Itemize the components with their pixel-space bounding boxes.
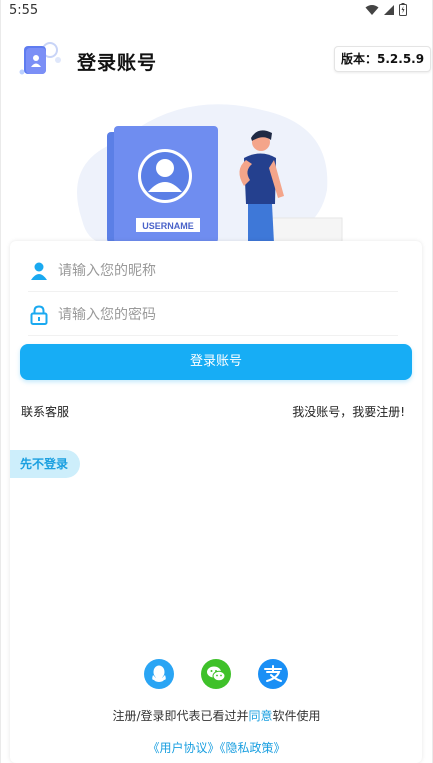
- nickname-input[interactable]: [58, 263, 358, 279]
- agreement-text: 注册/登录即代表已看过并同意软件使用: [0, 707, 433, 724]
- password-input[interactable]: [58, 307, 358, 323]
- policy-links: 《用户协议》《隐私政策》: [0, 739, 433, 756]
- battery-icon: [399, 3, 407, 16]
- skip-login-button[interactable]: 先不登录: [10, 450, 81, 478]
- alipay-login-button[interactable]: [258, 659, 288, 689]
- agreement-prefix: 注册/登录即代表已看过并: [112, 709, 249, 723]
- register-link[interactable]: 我没账号，我要注册!: [292, 403, 405, 420]
- status-time: 5:55: [9, 3, 39, 18]
- hero-illustration: USERNAME: [77, 104, 343, 243]
- login-button[interactable]: 登录账号: [20, 344, 412, 380]
- password-field[interactable]: [28, 295, 398, 335]
- input-divider: [28, 335, 398, 336]
- user-agreement-link[interactable]: 《用户协议》: [147, 741, 219, 755]
- app-logo-icon: [19, 42, 61, 75]
- status-bar: 5:55: [0, 0, 433, 22]
- input-divider: [28, 291, 398, 292]
- wifi-icon: [365, 4, 379, 15]
- qq-login-button[interactable]: [144, 659, 174, 689]
- signal-icon: [384, 4, 394, 15]
- status-icons: [365, 3, 407, 16]
- agreement-highlight[interactable]: 同意: [249, 709, 273, 723]
- page-title: 登录账号: [77, 52, 158, 74]
- wechat-login-button[interactable]: [201, 659, 231, 689]
- nickname-field[interactable]: [28, 251, 398, 291]
- contact-support-link[interactable]: 联系客服: [21, 403, 69, 420]
- lock-icon: [28, 304, 50, 326]
- qq-icon: [152, 665, 166, 682]
- version-badge: 版本：5.2.5.9: [334, 46, 432, 72]
- wechat-icon: [207, 666, 226, 682]
- user-icon: [28, 260, 50, 282]
- privacy-policy-link[interactable]: 《隐私政策》: [220, 741, 286, 755]
- hero-card-label: USERNAME: [142, 221, 194, 231]
- alipay-icon: [264, 665, 282, 682]
- agreement-suffix: 软件使用: [272, 709, 321, 723]
